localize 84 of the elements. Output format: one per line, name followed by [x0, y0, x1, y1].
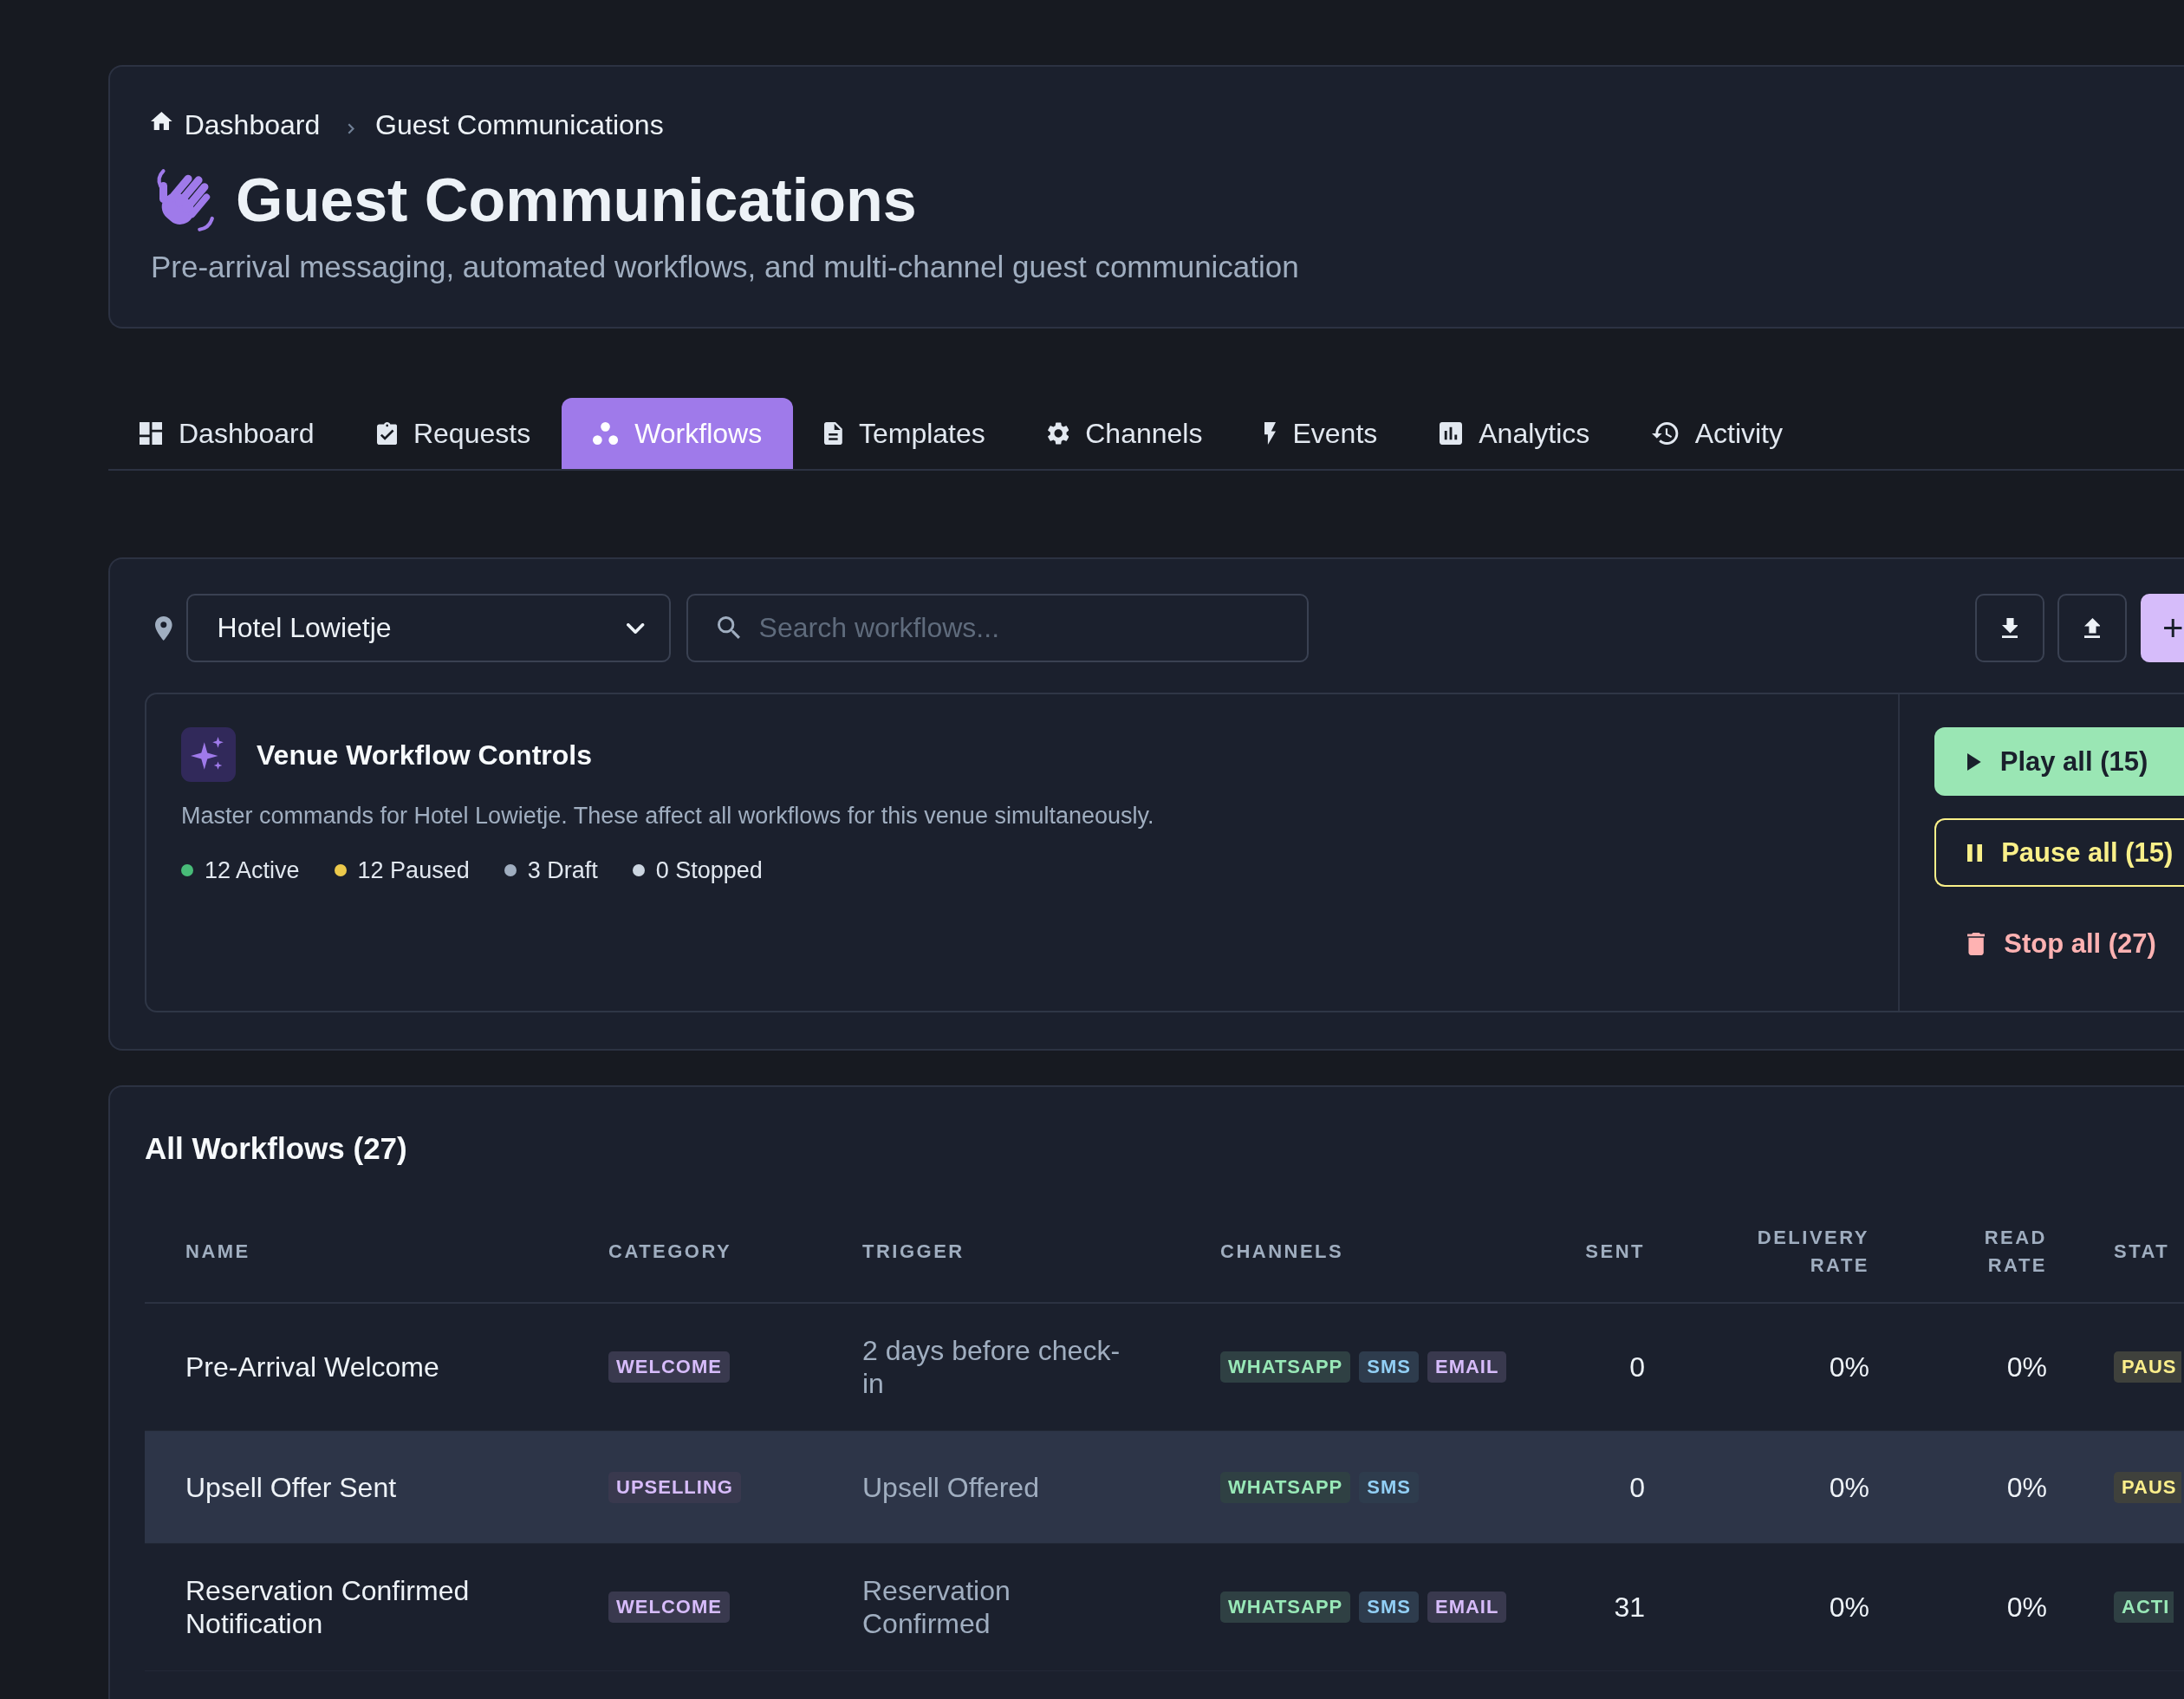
location-pin-icon: [155, 615, 172, 641]
lightning-icon: [1264, 422, 1277, 445]
search-icon: [717, 616, 740, 639]
delivery-rate: 0%: [1829, 1591, 1869, 1624]
status-count: 12 Active: [205, 856, 300, 884]
column-header: CATEGORY: [608, 1240, 732, 1264]
nav-tab[interactable]: Templates: [793, 398, 1017, 469]
column-header: NAME: [185, 1240, 250, 1264]
read-rate: 0%: [2006, 1351, 2047, 1383]
nav-tab[interactable]: Events: [1233, 398, 1409, 469]
channel-tag: EMAIL: [1427, 1351, 1507, 1383]
bar-chart-icon: [1440, 422, 1463, 445]
status-count: 12 Paused: [357, 856, 470, 884]
table-title: All Workflows (27): [145, 1130, 408, 1167]
breadcrumb-link[interactable]: Dashboard: [151, 108, 321, 141]
search-field[interactable]: Search workflows...: [686, 594, 1309, 662]
status-count: 3 Draft: [527, 856, 598, 884]
clipboard-check-icon: [376, 422, 397, 445]
nav-tab[interactable]: Requests: [345, 398, 562, 469]
sent-count: 0: [1629, 1470, 1645, 1504]
column-header: TRIGGER: [862, 1240, 965, 1264]
sparkle-icon: [181, 727, 236, 782]
trigger-text: Reservation Confirmed: [862, 1574, 1011, 1640]
column-header: READ RATE: [1983, 1226, 2047, 1278]
gear-icon: [1047, 422, 1069, 445]
column-header: CHANNELS: [1220, 1240, 1344, 1264]
nav-tab[interactable]: Dashboard: [108, 398, 346, 469]
workflow-name: Upsell Offer Sent: [185, 1470, 397, 1504]
download-button[interactable]: [1975, 594, 2044, 662]
page-subtitle: Pre-arrival messaging, automated workflows, and multi-channel guest communication: [151, 249, 1300, 285]
delivery-rate: 0%: [1829, 1470, 1869, 1504]
channel-tag: SMS: [1359, 1471, 1419, 1503]
venue-select[interactable]: Hotel Lowietje: [185, 594, 671, 662]
history-icon: [1652, 422, 1679, 445]
channel-tag: SMS: [1359, 1592, 1419, 1623]
stop-all-button[interactable]: Stop all (27): [1934, 909, 2184, 978]
channel-tag: WHATSAPP: [1220, 1351, 1351, 1383]
column-header: DELIVERY RATE: [1756, 1226, 1869, 1278]
table-row[interactable]: Reservation Confirmed Notification WELCOME Reservation Confirmed WHATSAPP SMS EMAIL 31 0% 0% ACTI: [145, 1544, 2184, 1671]
three-dots-icon: [593, 422, 619, 445]
chevron-right-icon: [348, 122, 355, 134]
nav-tab[interactable]: Activity: [1621, 398, 1814, 469]
status-tag: ACTI: [2114, 1592, 2174, 1623]
page-title: Guest Communications: [236, 166, 917, 236]
status-tag: PAUS: [2114, 1351, 2181, 1383]
chevron-down-icon: [627, 622, 645, 634]
sent-count: 0: [1629, 1351, 1645, 1383]
category-tag: UPSELLING: [608, 1471, 741, 1503]
dashboard-icon: [140, 422, 162, 445]
read-rate: 0%: [2006, 1470, 2047, 1504]
column-header: SENT: [1585, 1240, 1645, 1264]
channel-tag: SMS: [1359, 1351, 1419, 1383]
sent-count: 31: [1614, 1591, 1645, 1624]
play-all-button[interactable]: Play all (15): [1934, 727, 2184, 796]
download-icon: [2001, 618, 2018, 638]
channel-tag: WHATSAPP: [1220, 1471, 1351, 1503]
upload-icon: [2083, 618, 2101, 638]
venue-controls-title: Venue Workflow Controls: [257, 738, 592, 771]
category-tag: WELCOME: [608, 1351, 730, 1383]
delivery-rate: 0%: [1829, 1351, 1869, 1383]
category-tag: WELCOME: [608, 1592, 730, 1623]
breadcrumb-current: Guest Communications: [375, 108, 664, 141]
workflow-name: Reservation Confirmed Notification: [185, 1574, 471, 1640]
trigger-text: 2 days before check-in: [862, 1334, 1121, 1400]
table-row[interactable]: Upsell Offer Sent UPSELLING Upsell Offered WHATSAPP SMS 0 0% 0% PAUS: [145, 1431, 2184, 1544]
status-tag: PAUS: [2114, 1471, 2181, 1503]
trash-icon: [1967, 932, 1986, 955]
workflow-name: Pre-Arrival Welcome: [185, 1351, 439, 1383]
channel-tag: WHATSAPP: [1220, 1592, 1351, 1623]
read-rate: 0%: [2006, 1591, 2047, 1624]
nav-tab[interactable]: Channels: [1016, 398, 1234, 469]
column-header: STAT: [2114, 1240, 2170, 1264]
upload-button[interactable]: [2057, 594, 2127, 662]
trigger-text: Upsell Offered: [862, 1470, 1039, 1504]
play-icon: [1967, 752, 1981, 771]
add-button[interactable]: +: [2141, 594, 2184, 662]
status-count: 0 Stopped: [655, 856, 763, 884]
pause-icon: [1967, 843, 1983, 862]
document-icon: [824, 422, 842, 445]
nav-tab[interactable]: Analytics: [1408, 398, 1622, 469]
pause-all-button[interactable]: Pause all (15): [1934, 818, 2184, 887]
channel-tag: EMAIL: [1427, 1592, 1507, 1623]
home-icon: [151, 112, 172, 130]
venue-controls-description: Master commands for Hotel Lowietje. These affect all workflows for this venue simultaneously.: [181, 802, 1155, 830]
